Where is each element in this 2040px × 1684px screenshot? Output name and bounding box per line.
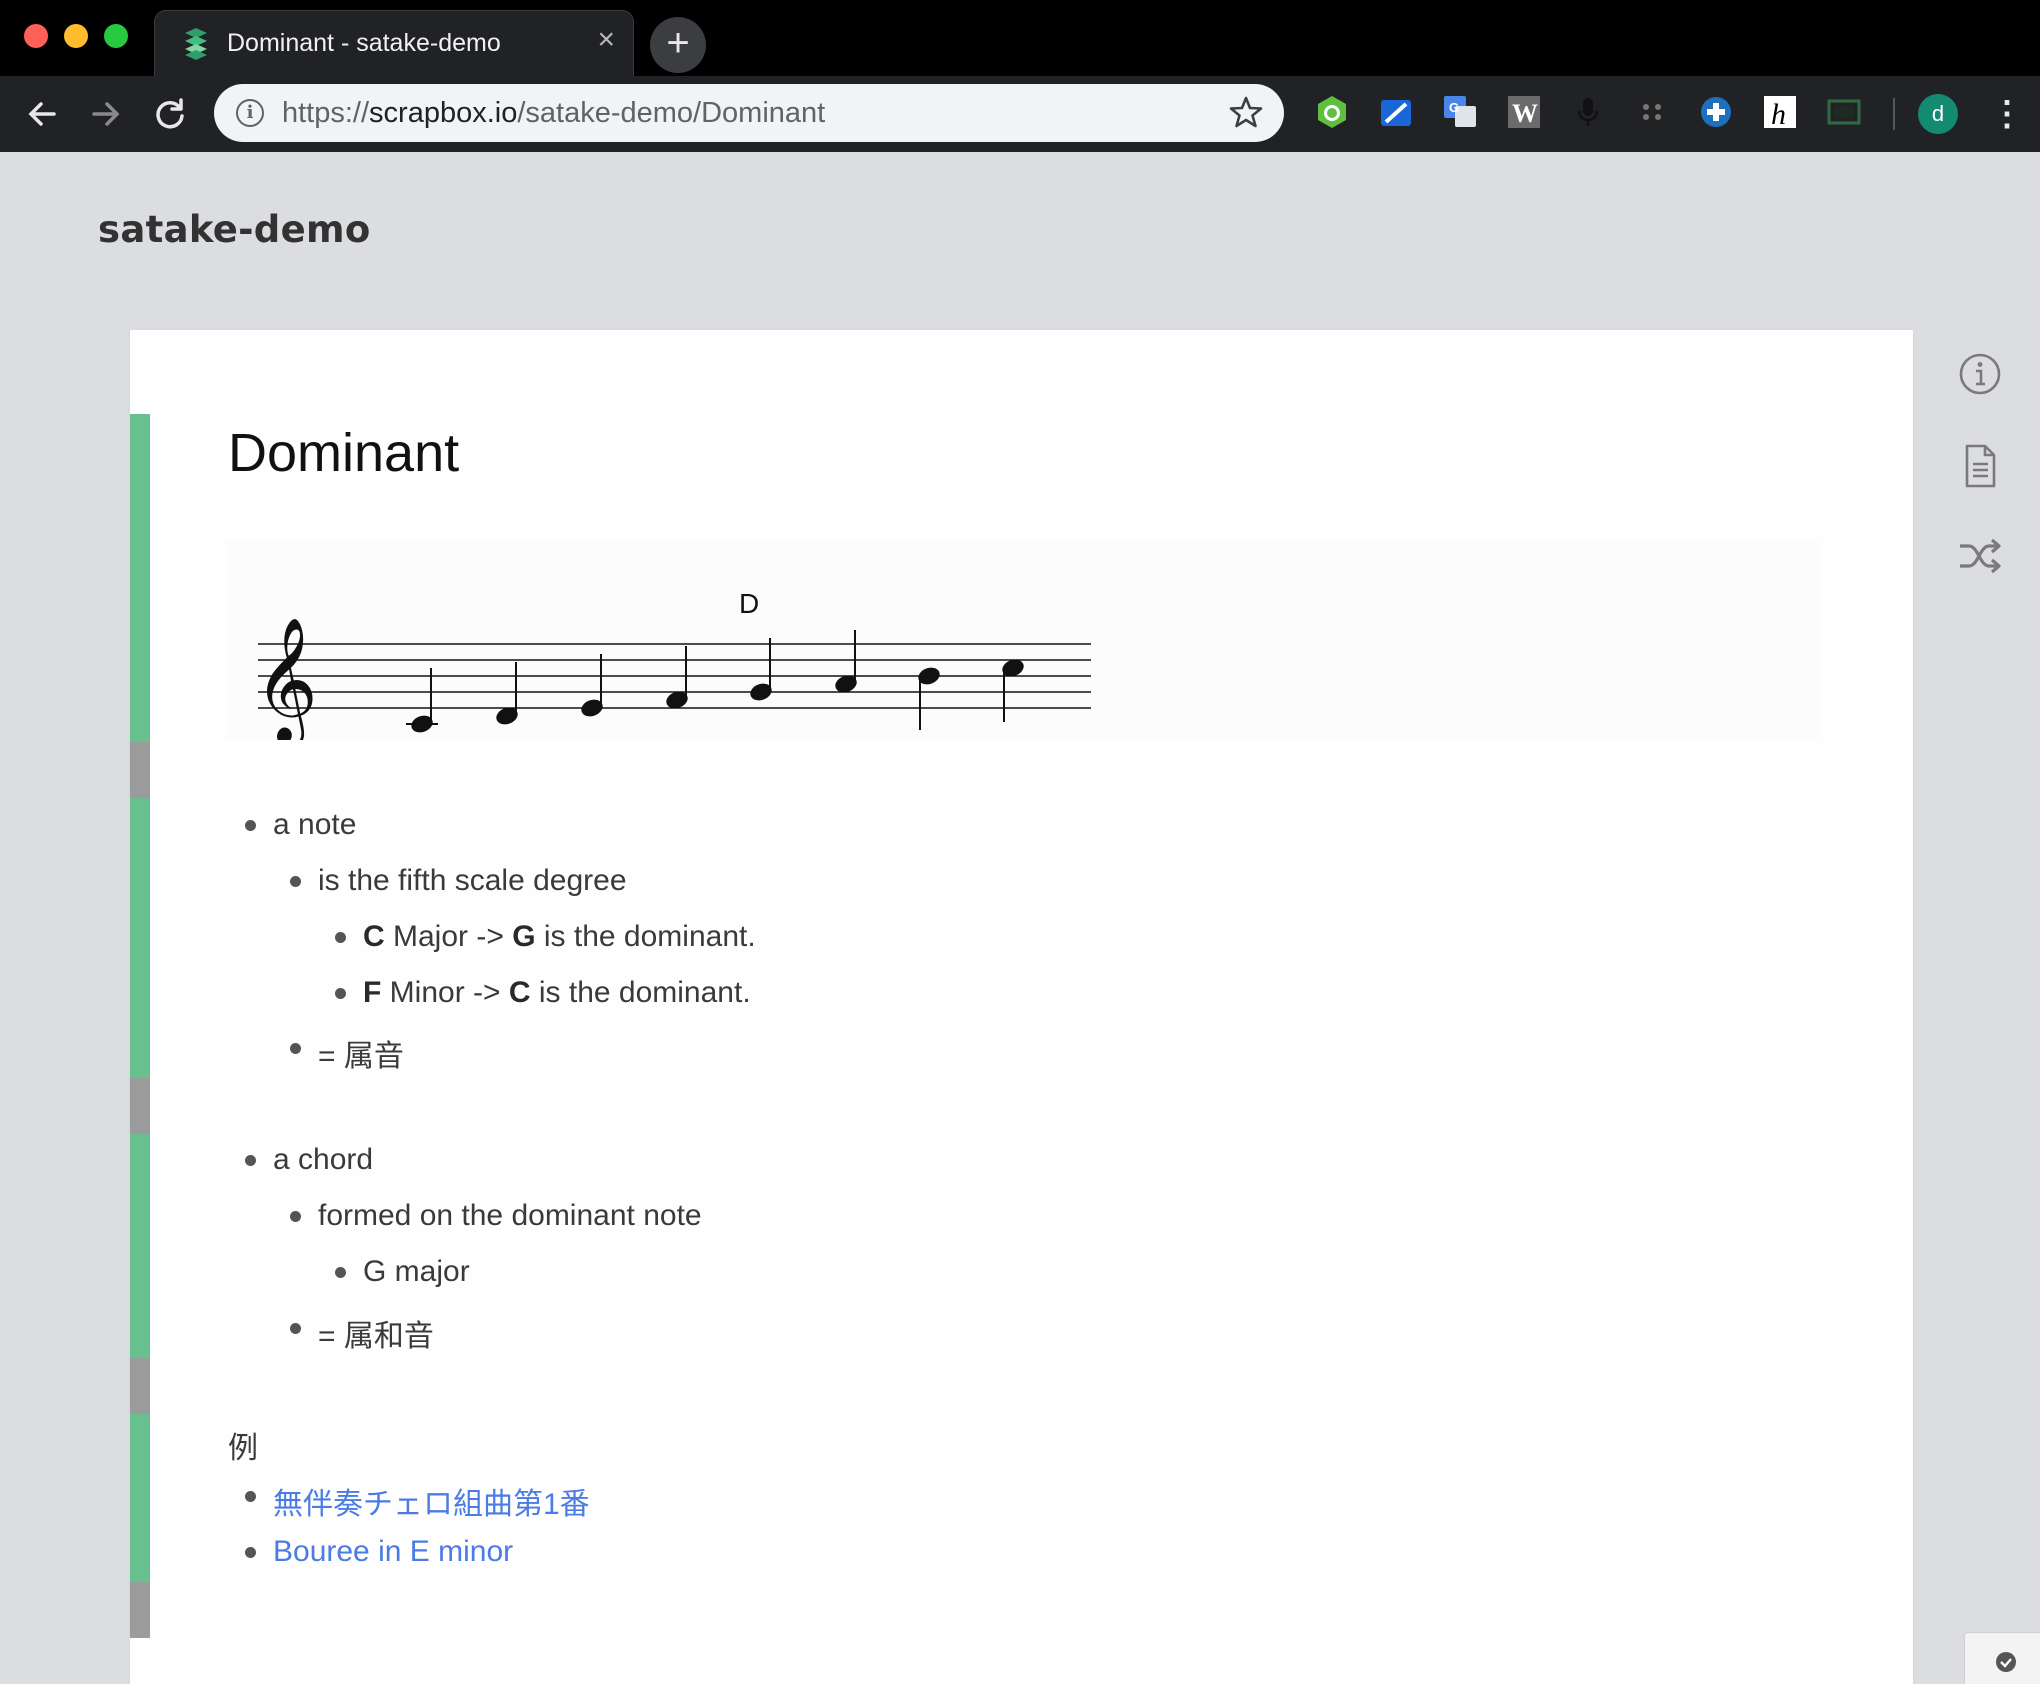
check-circle-icon (1996, 1652, 2016, 1672)
line-status-bar (130, 1078, 150, 1134)
list-item: a note (273, 808, 357, 841)
browser-toolbar: i https://scrapbox.io/satake-demo/Domina… (0, 76, 2040, 152)
line-status-bar (130, 1358, 150, 1414)
svg-text:W: W (1512, 99, 1538, 128)
project-title[interactable]: satake-demo (98, 208, 371, 251)
svg-text:G: G (1449, 100, 1459, 115)
status-check-button[interactable] (1964, 1632, 2040, 1684)
url-text[interactable]: https://scrapbox.io/satake-demo/Dominant (282, 97, 825, 130)
notes (406, 630, 1024, 733)
zoom-window-button[interactable] (104, 24, 128, 48)
chord-label: D (739, 588, 759, 619)
bullet-dot (290, 1211, 301, 1222)
bullet-dot (335, 932, 346, 943)
info-icon[interactable] (1956, 350, 2004, 398)
close-window-button[interactable] (24, 24, 48, 48)
document-icon[interactable] (1956, 442, 2004, 490)
bullet-dot (290, 1323, 301, 1334)
bullet-dot (245, 1547, 256, 1558)
bullet-dot (290, 1043, 301, 1054)
address-bar[interactable]: i https://scrapbox.io/satake-demo/Domina… (214, 84, 1284, 142)
list-item: C Major -> G is the dominant. (363, 920, 756, 954)
list-item: formed on the dominant note (318, 1199, 702, 1232)
example-heading: 例 (228, 1432, 258, 1465)
line-status-bar (130, 1582, 150, 1638)
profile-avatar[interactable]: d (1918, 94, 1958, 134)
bold-text: F (363, 976, 382, 1009)
new-tab-button[interactable]: + (650, 17, 706, 73)
browser-tab[interactable]: Dominant - satake-demo × (154, 10, 634, 76)
minimize-window-button[interactable] (64, 24, 88, 48)
bold-text: C (363, 920, 385, 953)
score-svg: 𝄞 D (254, 588, 1091, 740)
tab-close-icon[interactable]: × (597, 25, 615, 55)
list-item: = 属和音 (318, 1320, 434, 1353)
kindle-icon[interactable] (1378, 94, 1414, 130)
forward-arrow-icon[interactable] (84, 92, 128, 136)
extension-plus-icon[interactable] (1698, 94, 1734, 130)
reload-icon[interactable] (148, 92, 192, 136)
list-item: is the fifth scale degree (318, 864, 627, 897)
site-info-icon[interactable]: i (236, 99, 264, 127)
tab-title: Dominant - satake-demo (227, 29, 501, 57)
toolbar-separator (1893, 98, 1895, 130)
bullet-dot (335, 1267, 346, 1278)
list-item: a chord (273, 1143, 374, 1176)
bullet-dot (290, 876, 301, 887)
list-item: G major (363, 1255, 470, 1288)
translate-icon[interactable]: G (1442, 94, 1478, 130)
browser-titlebar: Dominant - satake-demo × + (0, 0, 2040, 76)
film-icon[interactable] (1634, 94, 1670, 130)
bookmark-star-icon[interactable] (1228, 94, 1264, 130)
line-status-bar (130, 742, 150, 798)
shuffle-icon[interactable] (1956, 532, 2004, 580)
line-status-bar (130, 1134, 150, 1358)
treble-clef-icon: 𝄞 (254, 617, 318, 740)
scrapbox-favicon-icon (185, 28, 207, 60)
list-text: Minor -> (381, 976, 509, 1009)
line-status-bar (130, 1414, 150, 1582)
bold-text: C (508, 976, 531, 1009)
music-score-image: 𝄞 D (226, 540, 1820, 740)
bullet-dot (245, 820, 256, 831)
page-link[interactable]: 無伴奏チェロ組曲第1番 (273, 1479, 590, 1523)
list-item: F Minor -> C is the dominant. (363, 976, 751, 1010)
url-host: scrapbox.io (369, 97, 518, 129)
browser-menu-icon[interactable]: ⋮ (1990, 92, 2024, 136)
url-path: /satake-demo/Dominant (517, 97, 826, 129)
line-status-bar (130, 798, 150, 1078)
list-text: is the dominant. (535, 920, 756, 953)
wikipedia-icon[interactable]: W (1506, 94, 1542, 130)
list-text: is the dominant. (530, 976, 751, 1009)
list-item: = 属音 (318, 1040, 404, 1073)
back-arrow-icon[interactable] (20, 92, 64, 136)
bullet-dot (245, 1491, 256, 1502)
svg-text:h: h (1771, 98, 1786, 130)
page-title: Dominant (228, 423, 460, 483)
url-scheme: https:// (282, 97, 370, 129)
page-link[interactable]: Bouree in E minor (273, 1535, 513, 1569)
evernote-icon[interactable] (1314, 94, 1350, 130)
bold-text: G (512, 920, 536, 953)
mic-icon[interactable] (1570, 94, 1606, 130)
screenshot-icon[interactable] (1826, 94, 1862, 130)
bullet-dot (245, 1155, 256, 1166)
list-text: Major -> (384, 920, 513, 953)
line-status-bar (130, 414, 150, 742)
bullet-dot (335, 988, 346, 999)
hypothesis-icon[interactable]: h (1762, 94, 1798, 130)
